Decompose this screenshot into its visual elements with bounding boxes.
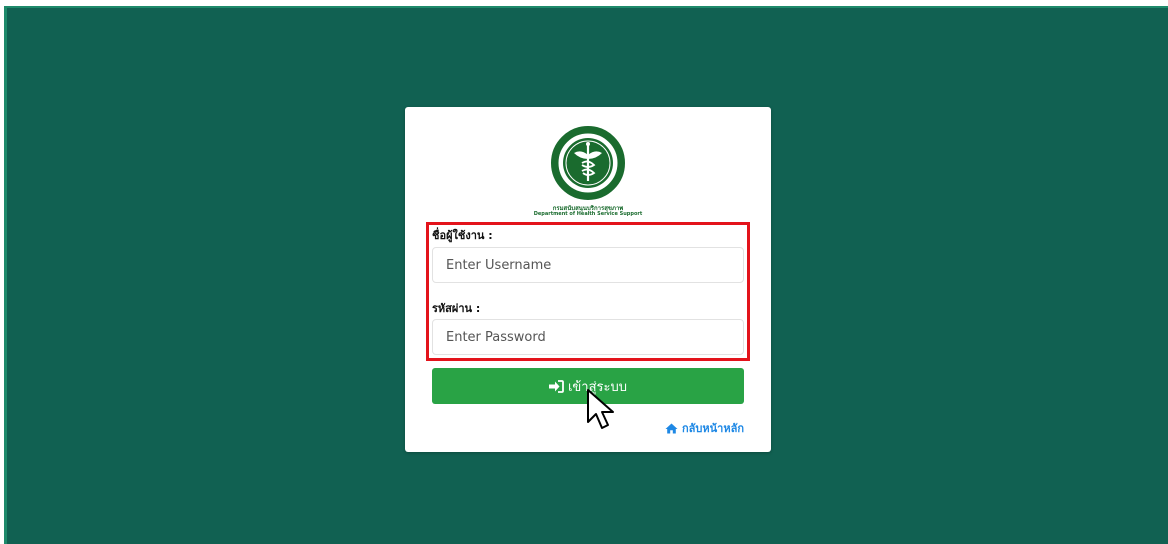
password-label: รหัสผ่าน : xyxy=(432,302,481,315)
login-button-label: เข้าสู่ระบบ xyxy=(567,379,628,395)
back-to-home-link[interactable]: กลับหน้าหลัก xyxy=(665,419,744,437)
login-button[interactable]: เข้าสู่ระบบ xyxy=(432,368,744,404)
home-link-label: กลับหน้าหลัก xyxy=(682,422,744,435)
username-input[interactable] xyxy=(432,247,744,283)
home-icon xyxy=(665,423,678,433)
org-name-english: Department of Health Service Support xyxy=(533,211,643,217)
username-label: ชื่อผู้ใช้งาน : xyxy=(432,229,493,242)
password-input[interactable] xyxy=(432,319,744,355)
ministry-logo-icon xyxy=(551,126,625,200)
sign-in-icon xyxy=(548,379,564,393)
login-card: กรมสนับสนุนบริการสุขภาพ Department of He… xyxy=(405,107,771,452)
